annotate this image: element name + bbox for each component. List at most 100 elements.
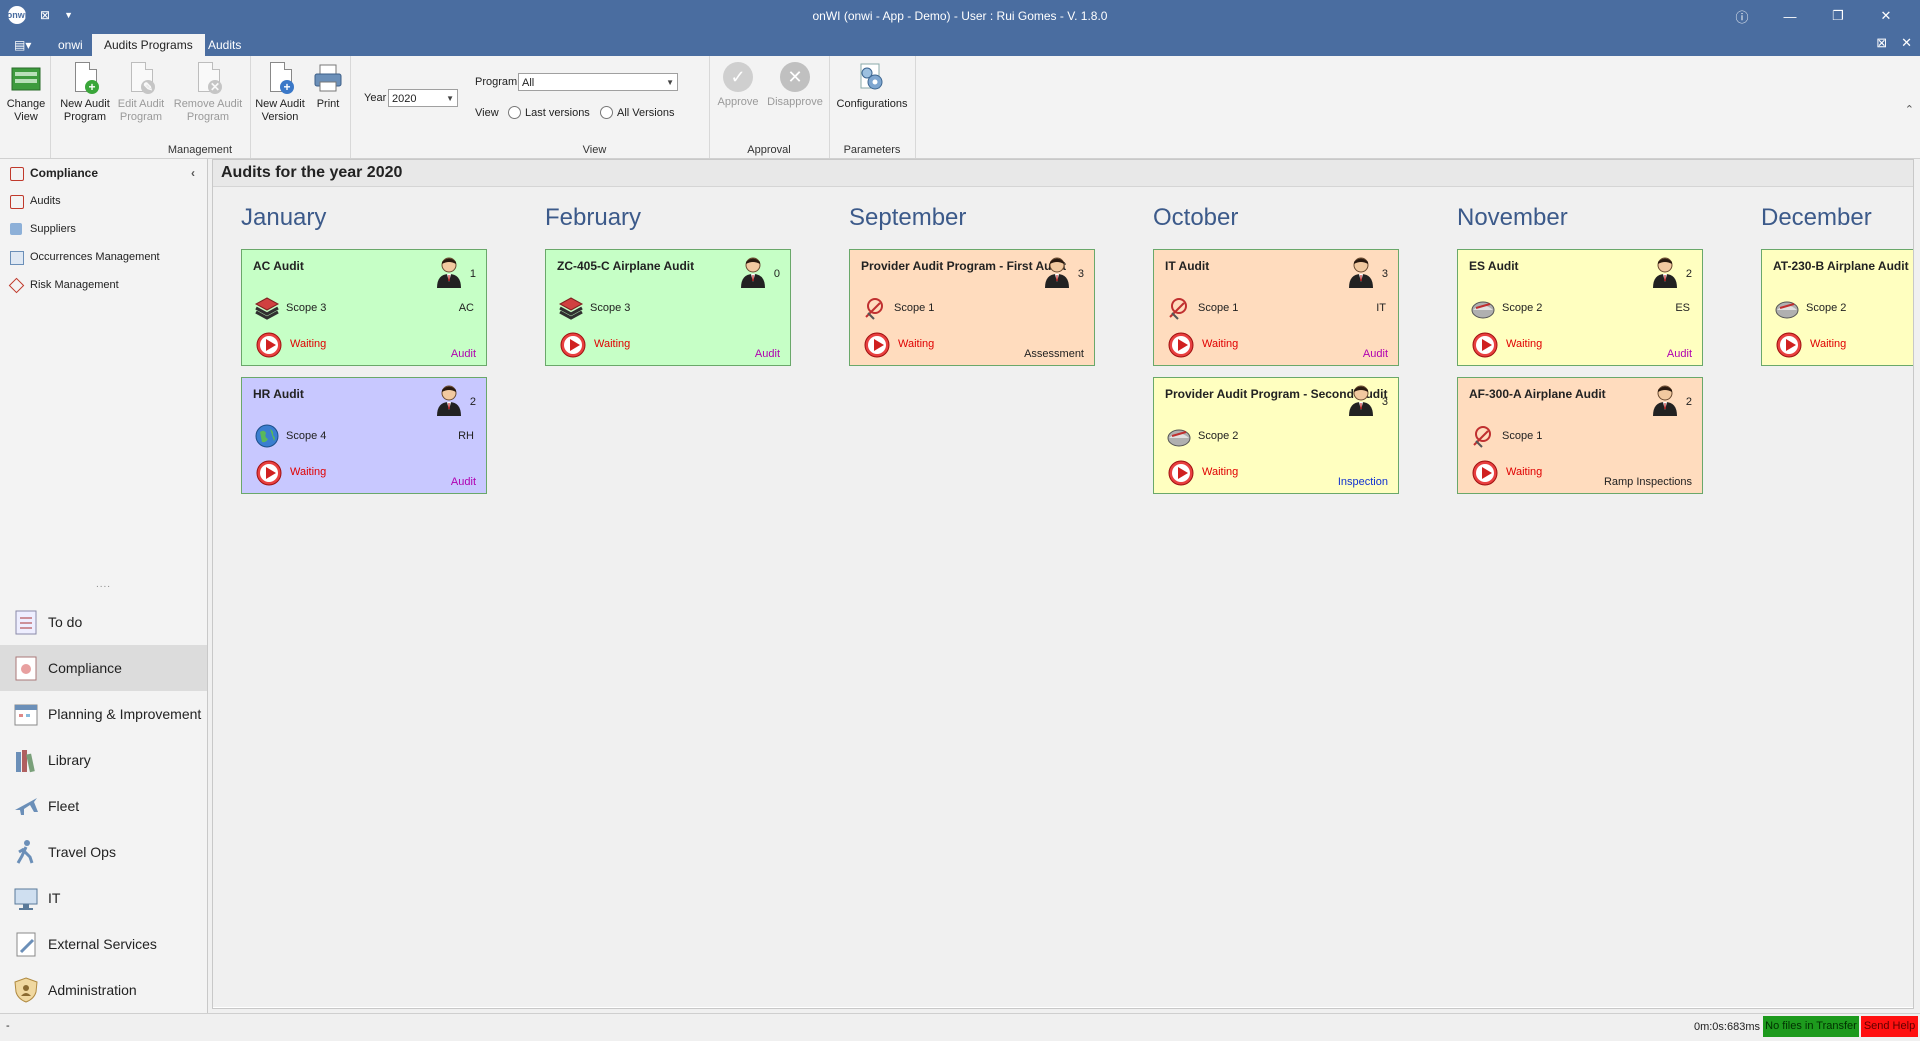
transfer-status[interactable]: No files in Transfer xyxy=(1763,1016,1859,1037)
module-todo[interactable]: To do xyxy=(0,599,207,645)
play-status-icon xyxy=(864,332,890,358)
month-column: October IT Audit 3 Scope 1 IT Waiting Audit Pro… xyxy=(1133,201,1399,494)
tab-onwi[interactable]: onwi xyxy=(46,34,95,56)
tab-audits[interactable]: Audits xyxy=(196,34,253,56)
audit-title: ZC-405-C Airplane Audit xyxy=(557,259,695,273)
status-left: - xyxy=(6,1020,10,1032)
auditor-count: 3 xyxy=(1077,268,1084,280)
travel-ops-icon xyxy=(12,838,40,866)
check-icon: ✓ xyxy=(723,62,753,92)
program-select[interactable]: All ▼ xyxy=(518,73,678,91)
play-status-icon xyxy=(1472,332,1498,358)
audit-card[interactable]: ZC-405-C Airplane Audit 0 Scope 3 Waiting Au… xyxy=(545,249,791,366)
sidebar-item-risk-management[interactable]: Risk Management xyxy=(0,271,207,299)
collapse-sidebar-icon[interactable]: ‹ xyxy=(191,159,195,187)
globe-icon xyxy=(254,423,280,449)
layers-icon xyxy=(558,295,584,321)
audit-card[interactable]: Provider Audit Program - First Audit 3 Sco… xyxy=(849,249,1095,366)
audit-scope: Scope 1 xyxy=(1502,430,1543,442)
play-status-icon xyxy=(1472,460,1498,486)
month-column: January AC Audit 1 Scope 3 AC Waiting Audit HR … xyxy=(221,201,487,494)
module-planning-improvement[interactable]: Planning & Improvement xyxy=(0,691,207,737)
audit-title: AC Audit xyxy=(253,259,304,273)
audit-code: AC xyxy=(458,302,474,314)
audit-title: HR Audit xyxy=(253,387,304,401)
sidebar-splitter[interactable]: .... xyxy=(0,579,207,590)
close-document-icon[interactable]: ⊠ xyxy=(1876,35,1887,51)
module-it[interactable]: IT xyxy=(0,875,207,921)
play-status-icon xyxy=(256,332,282,358)
audit-card[interactable]: ES Audit 2 Scope 2 ES Waiting Audit xyxy=(1457,249,1703,366)
auditor-icon xyxy=(436,384,462,416)
new-audit-version-button[interactable]: + New Audit Version xyxy=(252,62,308,124)
audit-card[interactable]: HR Audit 2 Scope 4 RH Waiting Audit xyxy=(241,377,487,494)
month-column: December AT-230-B Airplane Audit Scope 2 Wa… xyxy=(1741,201,1913,366)
library-icon xyxy=(12,746,40,774)
compliance-icon xyxy=(12,654,40,682)
audit-title: AT-230-B Airplane Audit xyxy=(1773,259,1909,273)
new-audit-program-button[interactable]: + New Audit Program xyxy=(58,62,112,124)
send-help-button[interactable]: Send Help xyxy=(1861,1016,1918,1037)
module-fleet[interactable]: Fleet xyxy=(0,783,207,829)
status-bar: - 0m:0s:683ms No files in Transfer Send … xyxy=(0,1013,1920,1041)
audit-title: ES Audit xyxy=(1469,259,1519,273)
collapse-ribbon-icon[interactable]: ⌃ xyxy=(1905,103,1914,116)
play-status-icon xyxy=(1168,332,1194,358)
all-versions-radio[interactable]: All Versions xyxy=(600,106,674,119)
occurrences-icon xyxy=(10,251,24,265)
print-button[interactable]: Print xyxy=(310,62,346,111)
module-travel-ops[interactable]: Travel Ops xyxy=(0,829,207,875)
tools-icon xyxy=(1470,423,1496,449)
administration-icon xyxy=(12,976,40,1004)
application-menu-icon[interactable]: ▤▾ xyxy=(8,34,37,56)
month-heading: February xyxy=(545,204,642,231)
audit-card[interactable]: AC Audit 1 Scope 3 AC Waiting Audit xyxy=(241,249,487,366)
audit-scope: Scope 3 xyxy=(590,302,631,314)
edit-audit-program-button[interactable]: ✎ Edit Audit Program xyxy=(114,62,168,124)
approval-group: ✓ Approve ✕ Disapprove Approval xyxy=(709,56,830,158)
change-view-button[interactable]: Change View xyxy=(4,62,48,124)
audit-scope: Scope 3 xyxy=(286,302,327,314)
audit-type: Assessment xyxy=(1024,348,1084,360)
sidebar-item-suppliers[interactable]: Suppliers xyxy=(0,215,207,243)
year-select[interactable]: 2020 ▼ xyxy=(388,89,458,107)
audit-code: IT xyxy=(1376,302,1386,314)
module-list: To do Compliance Planning & Improvement … xyxy=(0,599,207,1013)
auditor-icon xyxy=(436,256,462,288)
restore-icon[interactable]: ❐ xyxy=(1814,0,1862,32)
sidebar-header: Compliance ‹ xyxy=(0,159,207,187)
close-all-icon[interactable]: ✕ xyxy=(1901,35,1912,51)
configurations-button[interactable]: Configurations xyxy=(833,62,911,111)
window-title: onWI (onwi - App - Demo) - User : Rui Go… xyxy=(812,9,1108,23)
auditor-icon xyxy=(1652,256,1678,288)
month-heading: September xyxy=(849,204,967,231)
sidebar-item-audits[interactable]: Audits xyxy=(0,187,207,215)
month-heading: October xyxy=(1153,204,1239,231)
audit-type: Audit xyxy=(754,348,780,360)
audit-title: Provider Audit Program - First Audit xyxy=(861,259,1067,273)
audit-card[interactable]: AT-230-B Airplane Audit Scope 2 Waiting xyxy=(1761,249,1913,366)
help-window-icon[interactable]: ⓘ xyxy=(1718,0,1766,32)
auditor-count: 2 xyxy=(1685,268,1692,280)
audit-status: Waiting xyxy=(1506,338,1543,350)
audit-card[interactable]: Provider Audit Program - Second Audit 3 Sc… xyxy=(1153,377,1399,494)
sidebar-item-occurrences-management[interactable]: Occurrences Management xyxy=(0,243,207,271)
module-library[interactable]: Library xyxy=(0,737,207,783)
minimize-icon[interactable]: — xyxy=(1766,0,1814,32)
tab-audits-programs[interactable]: Audits Programs xyxy=(92,34,205,56)
external-services-icon xyxy=(12,930,40,958)
audit-card[interactable]: IT Audit 3 Scope 1 IT Waiting Audit xyxy=(1153,249,1399,366)
approve-button[interactable]: ✓ Approve xyxy=(713,62,763,109)
remove-audit-program-button[interactable]: ✕ Remove Audit Program xyxy=(170,62,246,124)
view-group: Year 2020 ▼ Program All ▼ View Last versio… xyxy=(350,56,710,158)
auditor-icon xyxy=(1652,384,1678,416)
module-administration[interactable]: Administration xyxy=(0,967,207,1013)
close-icon[interactable]: ✕ xyxy=(1862,0,1910,32)
chevron-down-icon: ▼ xyxy=(666,78,674,87)
disapprove-button[interactable]: ✕ Disapprove xyxy=(765,62,825,109)
audit-card[interactable]: AF-300-A Airplane Audit 2 Scope 1 Waiting Ra… xyxy=(1457,377,1703,494)
module-compliance[interactable]: Compliance xyxy=(0,645,207,691)
module-external-services[interactable]: External Services xyxy=(0,921,207,967)
month-heading: December xyxy=(1761,204,1872,231)
last-versions-radio[interactable]: Last versions xyxy=(508,106,590,119)
